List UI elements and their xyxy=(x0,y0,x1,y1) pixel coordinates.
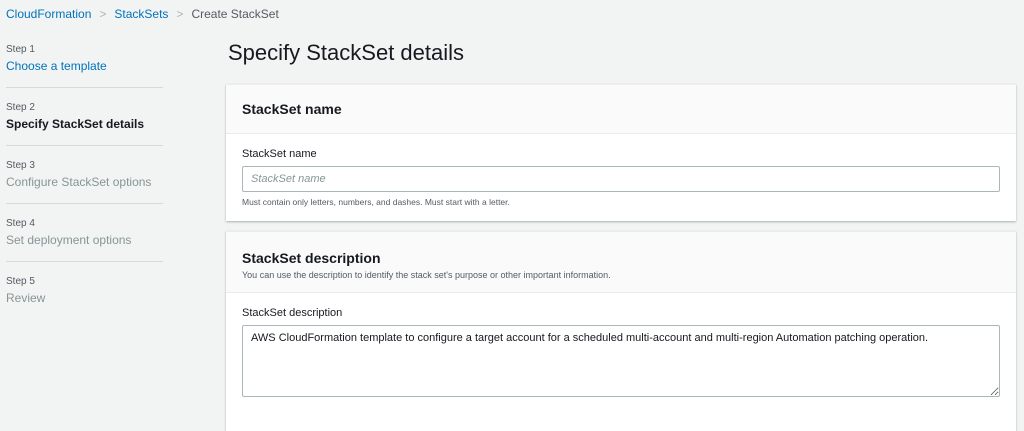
panel-header: StackSet description You can use the des… xyxy=(226,232,1016,293)
stackset-name-panel: StackSet name StackSet name Must contain… xyxy=(226,84,1016,221)
page-title: Specify StackSet details xyxy=(228,40,465,65)
field-hint: Must contain only letters, numbers, and … xyxy=(242,197,510,207)
step-link-choose-template[interactable]: Choose a template xyxy=(6,59,163,73)
step-5: Step 5 Review xyxy=(6,276,163,319)
stackset-name-input[interactable] xyxy=(242,166,1000,192)
panel-heading: StackSet description xyxy=(242,250,381,266)
step-number: Step 3 xyxy=(6,160,35,171)
breadcrumb-current: Create StackSet xyxy=(191,7,279,21)
step-number: Step 1 xyxy=(6,44,35,55)
breadcrumb: CloudFormation > StackSets > Create Stac… xyxy=(6,7,279,21)
stackset-description-panel: StackSet description You can use the des… xyxy=(226,231,1016,431)
step-4: Step 4 Set deployment options xyxy=(6,218,163,262)
step-label-current: Specify StackSet details xyxy=(6,117,145,131)
step-label: Review xyxy=(6,291,46,305)
step-number: Step 2 xyxy=(6,102,35,113)
step-number: Step 4 xyxy=(6,218,35,229)
step-label: Configure StackSet options xyxy=(6,175,152,189)
step-1: Step 1 Choose a template xyxy=(6,44,163,88)
field-label: StackSet description xyxy=(242,307,343,319)
step-label: Set deployment options xyxy=(6,233,132,247)
panel-header: StackSet name xyxy=(226,85,1016,134)
chevron-right-icon: > xyxy=(176,7,184,21)
stackset-description-textarea[interactable]: AWS CloudFormation template to configure… xyxy=(242,325,1000,397)
chevron-right-icon: > xyxy=(99,7,107,21)
step-3: Step 3 Configure StackSet options xyxy=(6,160,163,204)
step-2: Step 2 Specify StackSet details xyxy=(6,102,163,146)
wizard-steps: Step 1 Choose a template Step 2 Specify St… xyxy=(6,44,163,333)
field-label: StackSet name xyxy=(242,148,317,160)
breadcrumb-stacksets[interactable]: StackSets xyxy=(114,7,168,21)
panel-heading: StackSet name xyxy=(242,101,342,117)
step-number: Step 5 xyxy=(6,276,35,287)
panel-description: You can use the description to identify … xyxy=(242,270,611,280)
breadcrumb-cloudformation[interactable]: CloudFormation xyxy=(6,7,91,21)
